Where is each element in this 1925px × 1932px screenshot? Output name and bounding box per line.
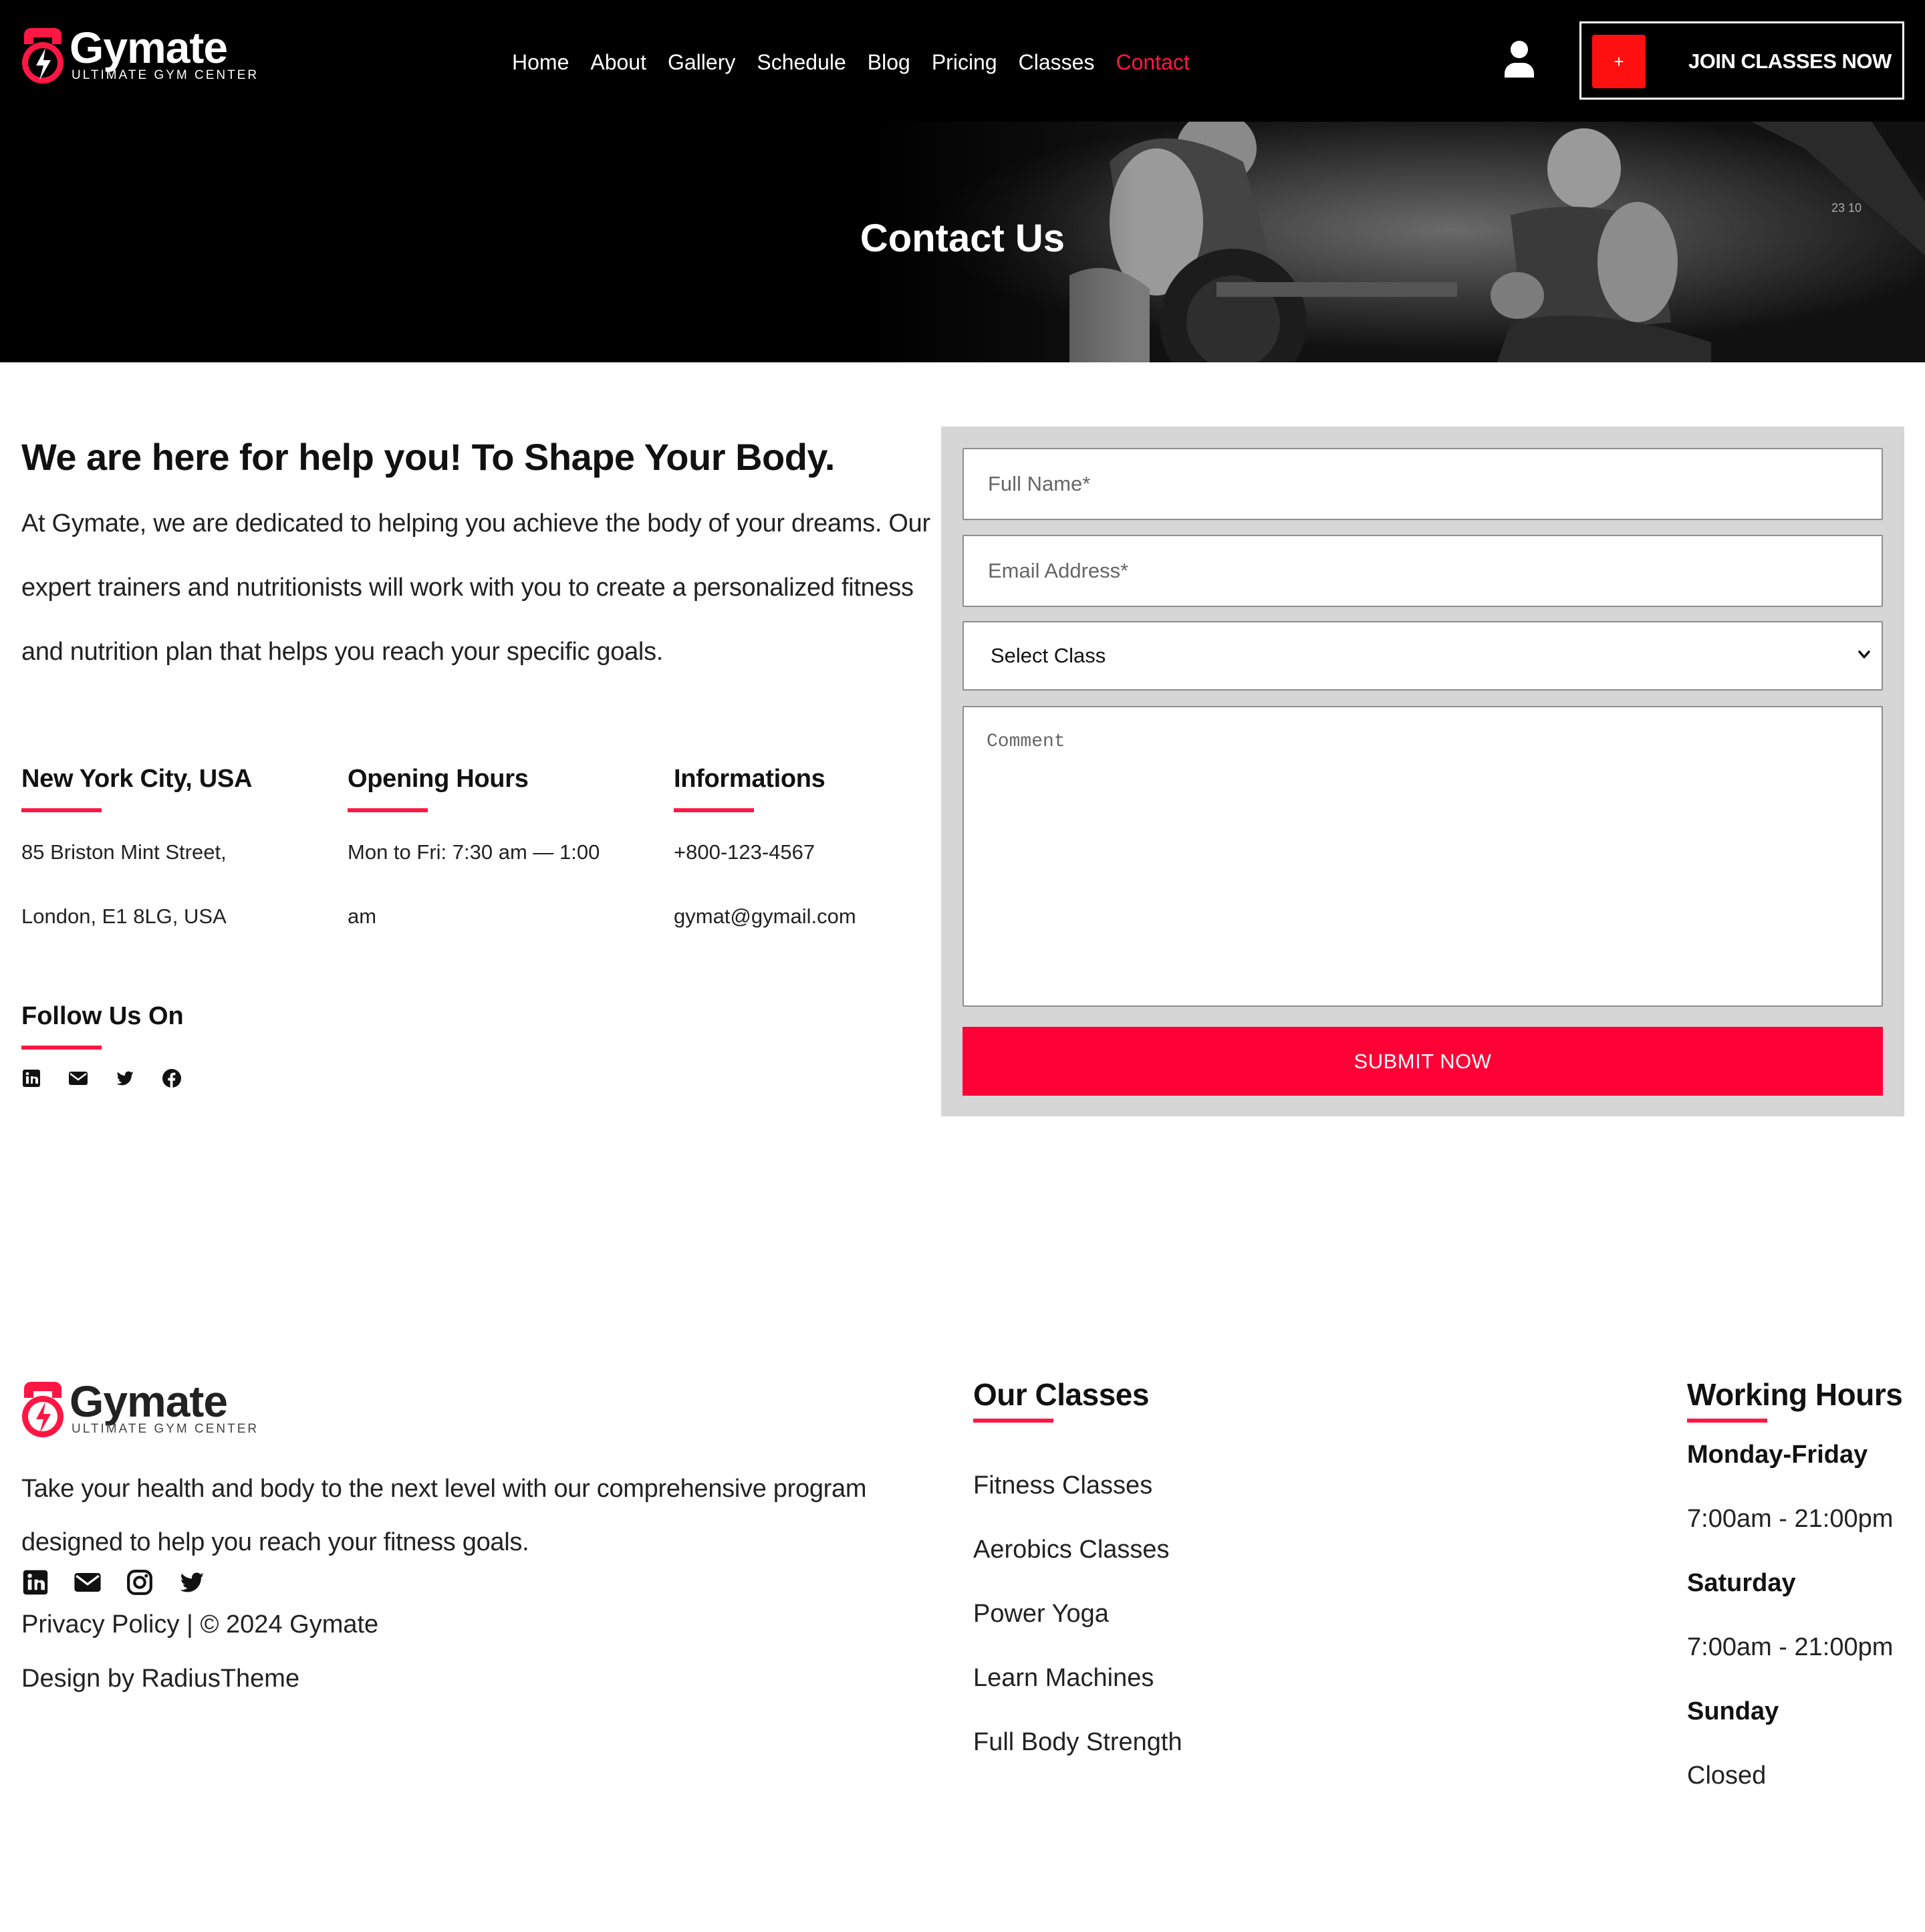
title-underline (21, 808, 102, 812)
join-classes-label: JOIN CLASSES NOW (1688, 49, 1892, 73)
follow-us: Follow Us On (21, 996, 184, 1050)
info-contact: Informations +800-123-4567 gymat@gymail.… (674, 759, 968, 949)
info-location-line: London, E1 8LG, USA (21, 904, 227, 928)
chevron-down-icon (1858, 650, 1870, 658)
nav-about[interactable]: About (590, 47, 646, 80)
logo-tagline: ULTIMATE GYM CENTER (72, 1422, 259, 1436)
class-select-value: Select Class (991, 644, 1106, 667)
kettlebell-logo-icon (22, 1382, 63, 1437)
comment-textarea[interactable]: Comment (962, 706, 1883, 1007)
footer-class-link[interactable]: Fitness Classes (973, 1453, 1182, 1518)
email-input[interactable]: Email Address* (962, 535, 1883, 607)
title-underline (973, 1419, 1053, 1423)
hours-time: 7:00am - 21:00pm (1687, 1633, 1894, 1661)
full-name-input[interactable]: Full Name* (962, 448, 1883, 520)
plus-icon: + (1592, 35, 1646, 88)
page-title: Contact Us (860, 217, 1065, 260)
logo[interactable]: Gymate ULTIMATE GYM CENTER (20, 23, 257, 90)
join-classes-button[interactable]: + JOIN CLASSES NOW (1579, 21, 1904, 100)
nav-schedule[interactable]: Schedule (757, 47, 846, 80)
email-address[interactable]: gymat@gymail.com (674, 884, 968, 949)
title-underline (1687, 1419, 1767, 1423)
footer-social-links (21, 1568, 206, 1596)
footer-hours-title: Working Hours (1687, 1377, 1903, 1412)
facebook-icon[interactable] (162, 1068, 182, 1088)
nav-contact[interactable]: Contact (1116, 47, 1189, 80)
title-underline (21, 1046, 102, 1050)
hours-day: Monday-Friday (1687, 1441, 1868, 1469)
footer-class-link[interactable]: Aerobics Classes (973, 1518, 1182, 1582)
class-select[interactable]: Select Class (962, 621, 1883, 691)
follow-title: Follow Us On (21, 1002, 184, 1030)
nav-pricing[interactable]: Pricing (932, 47, 997, 80)
footer-classes-title: Our Classes (973, 1377, 1149, 1412)
twitter-icon[interactable] (178, 1568, 206, 1596)
intro-heading: We are here for help you! To Shape Your … (21, 436, 835, 478)
footer-logo[interactable]: Gymate ULTIMATE GYM CENTER (20, 1376, 257, 1443)
phone-number[interactable]: +800-123-4567 (674, 820, 968, 884)
logo-name: Gymate (70, 1376, 228, 1426)
info-hours-line: Mon to Fri: 7:30 am — 1:00 (348, 840, 600, 864)
linkedin-icon[interactable] (21, 1068, 41, 1088)
title-underline (348, 808, 428, 812)
footer-class-link[interactable]: Learn Machines (973, 1646, 1182, 1710)
instagram-icon[interactable] (126, 1568, 154, 1596)
site-header: Gymate ULTIMATE GYM CENTER Home About Ga… (0, 0, 1925, 122)
envelope-icon[interactable] (68, 1068, 88, 1088)
info-location: New York City, USA 85 Briston Mint Stree… (21, 759, 315, 949)
nav-blog[interactable]: Blog (868, 47, 910, 80)
logo-name: Gymate (70, 23, 228, 72)
nav-home[interactable]: Home (512, 47, 569, 80)
user-icon[interactable] (1503, 40, 1535, 78)
twitter-icon[interactable] (115, 1068, 135, 1088)
footer-class-link[interactable]: Power Yoga (973, 1582, 1182, 1646)
submit-button[interactable]: SUBMIT NOW (962, 1027, 1883, 1096)
hours-day: Saturday (1687, 1569, 1796, 1597)
nav-gallery[interactable]: Gallery (668, 47, 735, 80)
info-contact-title: Informations (674, 765, 825, 793)
info-hours-title: Opening Hours (348, 765, 529, 793)
info-hours-line: am (348, 904, 377, 928)
contact-form: Full Name* Email Address* Select Class C… (941, 427, 1904, 1116)
follow-social-links (21, 1068, 182, 1088)
title-underline (674, 808, 754, 812)
page-hero: 23 10 Contact Us (0, 122, 1925, 362)
design-credit[interactable]: Design by RadiusTheme (21, 1660, 299, 1697)
kettlebell-logo-icon (22, 28, 63, 84)
footer-classes: Our Classes Fitness Classes Aerobics Cla… (973, 1374, 1182, 1774)
nav-classes[interactable]: Classes (1019, 47, 1095, 80)
envelope-icon[interactable] (74, 1568, 102, 1596)
info-hours: Opening Hours Mon to Fri: 7:30 am — 1:00… (348, 759, 642, 949)
footer-class-link[interactable]: Full Body Strength (973, 1710, 1182, 1774)
info-location-title: New York City, USA (21, 765, 253, 793)
linkedin-icon[interactable] (21, 1568, 49, 1596)
hours-time: 7:00am - 21:00pm (1687, 1505, 1894, 1533)
info-location-line: 85 Briston Mint Street, (21, 840, 227, 864)
logo-tagline: ULTIMATE GYM CENTER (72, 68, 259, 82)
copyright-text[interactable]: Privacy Policy | © 2024 Gymate (21, 1606, 378, 1643)
hours-time: Closed (1687, 1762, 1767, 1790)
footer-description: Take your health and body to the next le… (21, 1475, 867, 1556)
hours-day: Sunday (1687, 1697, 1779, 1725)
footer-working-hours: Working Hours Monday-Friday 7:00am - 21:… (1687, 1374, 1903, 1820)
intro-paragraph: At Gymate, we are dedicated to helping y… (21, 509, 930, 666)
main-nav: Home About Gallery Schedule Blog Pricing… (512, 47, 1190, 80)
